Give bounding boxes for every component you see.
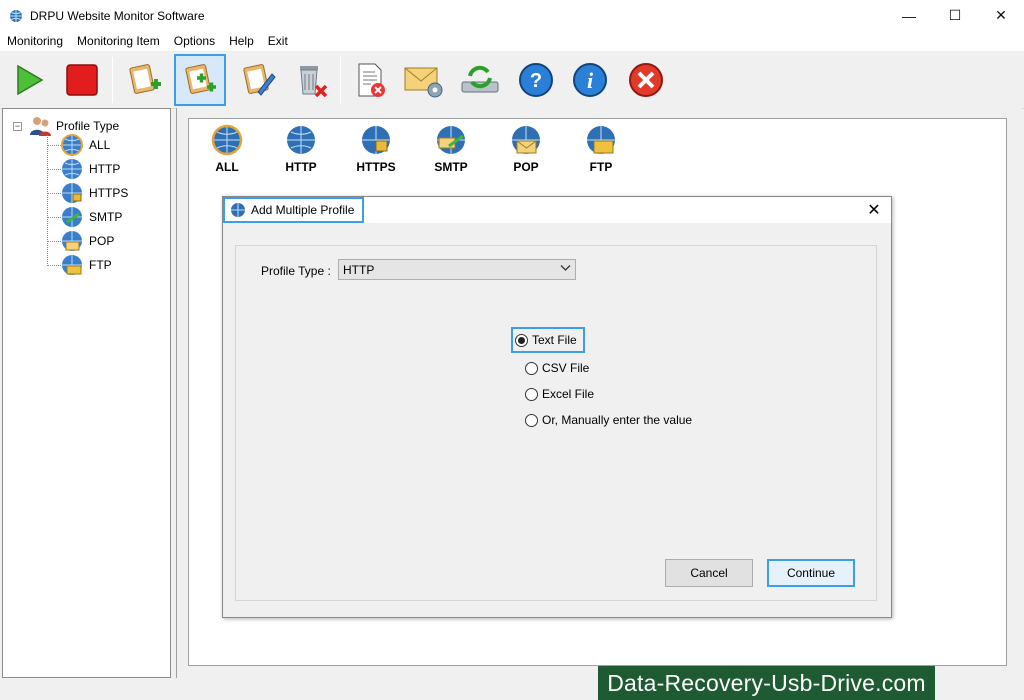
radio-button[interactable] bbox=[525, 361, 538, 375]
globe-lock-icon bbox=[362, 126, 390, 154]
chevron-down-icon bbox=[560, 262, 571, 276]
profile-type-https[interactable]: HTTPS bbox=[346, 124, 406, 174]
globe-icon bbox=[287, 126, 315, 154]
menu-monitoring-item[interactable]: Monitoring Item bbox=[70, 31, 167, 51]
profile-type-label: Profile Type : bbox=[261, 264, 331, 278]
globe-icon bbox=[211, 124, 243, 156]
app-globe-icon bbox=[10, 9, 22, 22]
email-settings-button[interactable] bbox=[398, 54, 450, 106]
stop-monitoring-icon bbox=[66, 64, 98, 96]
globe-folder-icon bbox=[587, 126, 615, 154]
radio-button[interactable] bbox=[525, 413, 538, 427]
window-title: DRPU Website Monitor Software bbox=[30, 8, 205, 23]
svg-text:?: ? bbox=[530, 70, 542, 92]
watermark-banner: Data-Recovery-Usb-Drive.com bbox=[598, 666, 935, 700]
profile-type-smtp[interactable]: SMTP bbox=[421, 124, 481, 174]
profile-type-ftp[interactable]: FTP bbox=[571, 124, 631, 174]
profile-type-value: HTTP bbox=[343, 262, 375, 277]
dialog-close-button[interactable]: ✕ bbox=[863, 199, 885, 221]
add-multiple-profile-button[interactable] bbox=[174, 54, 226, 106]
about-button[interactable]: i bbox=[564, 54, 616, 106]
svg-text:i: i bbox=[587, 68, 594, 93]
tree-item-all[interactable]: ALL bbox=[47, 133, 110, 157]
radio-text-file[interactable]: Text File bbox=[511, 327, 585, 353]
close-window-button[interactable]: ✕ bbox=[978, 0, 1024, 31]
delete-profile-button[interactable] bbox=[284, 54, 336, 106]
help-icon: ? bbox=[519, 63, 553, 97]
start-monitoring-button[interactable] bbox=[2, 54, 54, 106]
exit-button[interactable] bbox=[620, 54, 672, 106]
radio-excel-file[interactable]: Excel File bbox=[511, 381, 600, 407]
radio-button-selected[interactable] bbox=[515, 333, 528, 347]
globe-icon bbox=[61, 134, 83, 156]
add-multiple-profile-icon bbox=[185, 64, 216, 94]
tree-item-https[interactable]: HTTPS bbox=[47, 181, 128, 205]
tree-collapse-icon[interactable]: − bbox=[13, 121, 22, 131]
globe-icon bbox=[62, 159, 82, 179]
menu-bar: Monitoring Monitoring Item Options Help … bbox=[0, 31, 1024, 51]
help-button[interactable]: ? bbox=[510, 54, 562, 106]
email-settings-icon bbox=[404, 67, 443, 98]
profile-type-select[interactable]: HTTP bbox=[338, 259, 576, 280]
tree-item-http[interactable]: HTTP bbox=[47, 157, 120, 181]
start-monitoring-icon bbox=[17, 64, 44, 96]
radio-manual-entry[interactable]: Or, Manually enter the value bbox=[511, 407, 698, 433]
globe-envelope-icon bbox=[512, 126, 540, 154]
continue-button[interactable]: Continue bbox=[767, 559, 855, 587]
edit-profile-icon bbox=[243, 64, 276, 96]
delete-profile-icon bbox=[300, 66, 328, 98]
dialog-title: Add Multiple Profile bbox=[223, 197, 365, 223]
about-icon: i bbox=[573, 63, 607, 97]
stop-monitoring-button[interactable] bbox=[56, 54, 108, 106]
profile-type-pop[interactable]: POP bbox=[496, 124, 556, 174]
tree-item-pop[interactable]: POP bbox=[47, 229, 114, 253]
clear-log-icon bbox=[358, 63, 385, 97]
refresh-icon bbox=[461, 65, 499, 93]
menu-help[interactable]: Help bbox=[222, 31, 261, 51]
add-profile-icon bbox=[129, 64, 161, 94]
radio-csv-file[interactable]: CSV File bbox=[511, 355, 595, 381]
globe-folder-icon bbox=[62, 255, 82, 275]
profile-type-http[interactable]: HTTP bbox=[271, 124, 331, 174]
exit-icon bbox=[629, 63, 663, 97]
tree-item-smtp[interactable]: SMTP bbox=[47, 205, 122, 229]
add-profile-button[interactable] bbox=[118, 54, 170, 106]
globe-envelope-icon bbox=[62, 231, 82, 251]
menu-options[interactable]: Options bbox=[167, 31, 222, 51]
clear-log-button[interactable] bbox=[344, 54, 396, 106]
globe-mail-icon bbox=[437, 126, 465, 154]
tree-item-ftp[interactable]: FTP bbox=[47, 253, 112, 277]
profile-type-tree: − Profile Type ALL HTTP HTTPS SMTP POP F… bbox=[2, 108, 171, 678]
add-multiple-profile-dialog: Add Multiple Profile ✕ Profile Type : HT… bbox=[222, 196, 892, 618]
globe-mail-icon bbox=[62, 207, 82, 227]
refresh-button[interactable] bbox=[454, 54, 506, 106]
menu-monitoring[interactable]: Monitoring bbox=[0, 31, 70, 51]
profile-type-all[interactable]: ALL bbox=[197, 124, 257, 174]
cancel-button[interactable]: Cancel bbox=[665, 559, 753, 587]
maximize-button[interactable]: ☐ bbox=[932, 0, 978, 31]
dialog-title-bar: Add Multiple Profile ✕ bbox=[223, 197, 891, 223]
globe-icon bbox=[231, 203, 245, 217]
minimize-button[interactable]: — bbox=[886, 0, 932, 31]
menu-exit[interactable]: Exit bbox=[261, 31, 295, 51]
edit-profile-button[interactable] bbox=[232, 54, 284, 106]
toolbar: ? i bbox=[0, 51, 1024, 109]
globe-lock-icon bbox=[62, 183, 82, 203]
title-bar: DRPU Website Monitor Software — ☐ ✕ bbox=[0, 0, 1024, 31]
radio-button[interactable] bbox=[525, 387, 538, 401]
